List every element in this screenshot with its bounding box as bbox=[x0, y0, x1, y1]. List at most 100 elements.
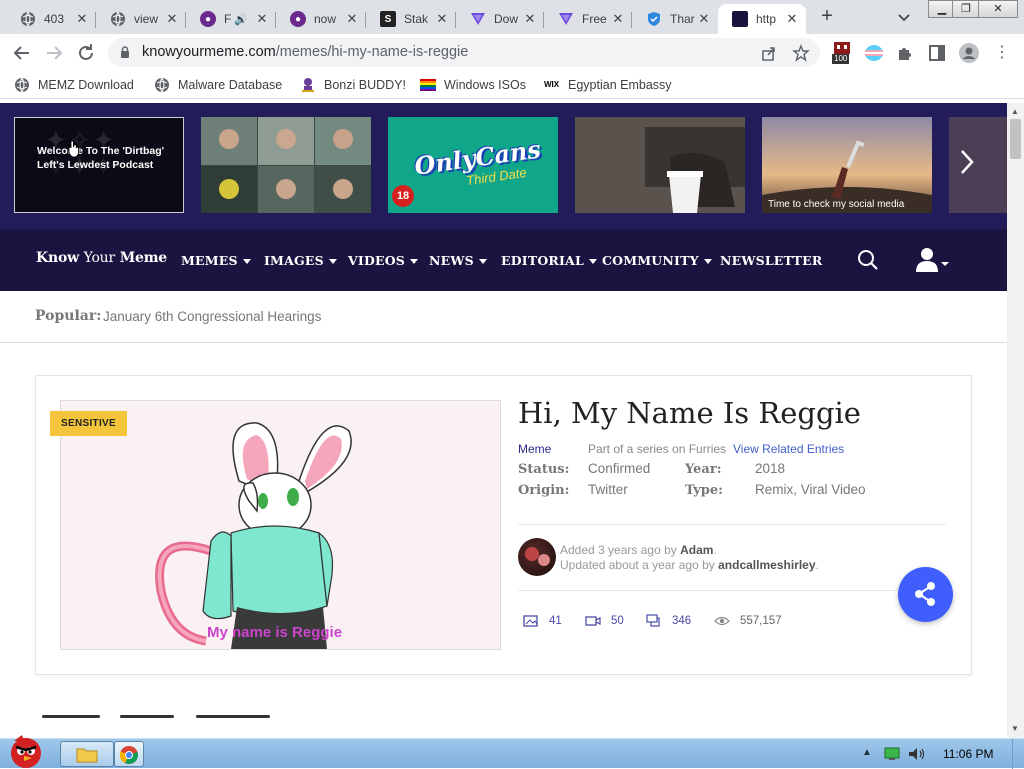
chevron-down-icon[interactable] bbox=[896, 9, 912, 25]
section-tab-indicator[interactable] bbox=[42, 715, 100, 718]
user-account-icon[interactable] bbox=[915, 247, 951, 273]
taskbar-clock[interactable]: 11:06 PM bbox=[943, 747, 993, 761]
share-page-icon[interactable] bbox=[760, 44, 778, 62]
close-icon[interactable]: ✕ bbox=[784, 11, 800, 27]
promo-card-collage[interactable] bbox=[201, 117, 371, 213]
bookmark-malware-database[interactable]: Malware Database bbox=[154, 76, 282, 94]
videos-count[interactable]: 50 bbox=[585, 614, 624, 628]
promo-card-podcast[interactable]: ✦✧✦ ✧✦✧ Welcome To The 'Dirtbag' Left's L… bbox=[14, 117, 184, 213]
scroll-down-arrow-icon[interactable]: ▼ bbox=[1011, 724, 1019, 733]
browser-tab[interactable]: Thar ✕ bbox=[632, 4, 718, 34]
close-icon[interactable]: ✕ bbox=[254, 11, 270, 27]
year-label: Year: bbox=[685, 462, 722, 477]
section-tab-indicator[interactable] bbox=[120, 715, 174, 718]
stat-value: 41 bbox=[549, 615, 562, 627]
close-icon[interactable]: ✕ bbox=[344, 11, 360, 27]
entry-card: My name is Reggie SENSITIVE Hi, My Name … bbox=[35, 375, 972, 675]
browser-tab-active[interactable]: http ✕ bbox=[718, 4, 806, 34]
folder-icon bbox=[76, 748, 98, 763]
year-value[interactable]: 2018 bbox=[755, 461, 785, 476]
promo-card-onlycans[interactable]: OnlyCans Third Date 18 bbox=[388, 117, 558, 213]
extension-100-button[interactable]: 100 bbox=[832, 40, 852, 66]
type-value[interactable]: Remix, Viral Video bbox=[755, 482, 866, 497]
back-button[interactable] bbox=[10, 41, 34, 65]
side-panel-icon[interactable] bbox=[928, 44, 946, 62]
promo-caption: Time to check my social media bbox=[768, 199, 905, 210]
page-scrollbar[interactable]: ▲ ▼ bbox=[1007, 103, 1024, 738]
image-caption: My name is Reggie bbox=[207, 624, 343, 641]
chevron-right-icon[interactable] bbox=[958, 147, 976, 185]
added-by-link[interactable]: Adam bbox=[680, 543, 713, 557]
added-text: Added 3 years ago by bbox=[560, 543, 677, 557]
tray-expand-icon[interactable]: ▲ bbox=[862, 747, 872, 758]
page-viewport: ✦✧✦ ✧✦✧ Welcome To The 'Dirtbag' Left's L… bbox=[0, 103, 1007, 738]
taskbar-chrome-button[interactable] bbox=[114, 741, 144, 767]
view-related-link[interactable]: View Related Entries bbox=[733, 442, 844, 456]
nav-images[interactable]: IMAGES bbox=[264, 253, 337, 268]
new-tab-button[interactable]: + bbox=[816, 6, 838, 28]
taskbar-explorer-button[interactable] bbox=[60, 741, 114, 767]
close-icon[interactable]: ✕ bbox=[164, 11, 180, 27]
nav-editorial[interactable]: EDITORIAL bbox=[501, 253, 597, 268]
bookmark-windows-isos[interactable]: Windows ISOs bbox=[420, 76, 526, 94]
comments-count[interactable]: 346 bbox=[646, 614, 691, 628]
browser-tab[interactable]: Dow ✕ bbox=[456, 4, 544, 34]
avatar[interactable] bbox=[518, 538, 556, 576]
entry-thumbnail[interactable]: My name is Reggie bbox=[60, 400, 501, 650]
nav-community[interactable]: COMMUNITY bbox=[602, 253, 712, 268]
address-bar[interactable]: knowyourmeme.com/memes/hi-my-name-is-reg… bbox=[108, 38, 820, 67]
updated-by-link[interactable]: andcallmeshirley bbox=[718, 558, 815, 572]
close-icon[interactable]: ✕ bbox=[434, 11, 450, 27]
volume-icon[interactable] bbox=[908, 747, 926, 761]
browser-tab[interactable]: ● F 🔊 ✕ bbox=[186, 4, 276, 34]
forward-button[interactable] bbox=[42, 41, 66, 65]
promo-card-social-media[interactable]: Time to check my social media bbox=[762, 117, 932, 213]
reload-button[interactable] bbox=[74, 41, 98, 65]
bookmark-memz-download[interactable]: MEMZ Download bbox=[14, 76, 134, 94]
close-icon[interactable]: ✕ bbox=[696, 11, 712, 27]
nav-videos[interactable]: VIDEOS bbox=[348, 253, 419, 268]
entry-category[interactable]: Meme bbox=[518, 442, 551, 456]
trans-flag-extension-icon[interactable] bbox=[864, 44, 884, 62]
show-desktop-button[interactable] bbox=[1012, 739, 1024, 769]
popular-link[interactable]: January 6th Congressional Hearings bbox=[103, 309, 321, 324]
network-icon[interactable] bbox=[884, 747, 900, 761]
speaker-icon[interactable]: 🔊 bbox=[234, 13, 248, 26]
reload-icon bbox=[79, 44, 93, 60]
close-icon[interactable]: ✕ bbox=[74, 11, 90, 27]
restore-button[interactable]: ❐ bbox=[952, 0, 980, 18]
profile-avatar-icon[interactable] bbox=[958, 42, 980, 64]
nav-memes[interactable]: MEMES bbox=[181, 253, 251, 268]
images-count[interactable]: 41 bbox=[523, 614, 562, 628]
browser-tab[interactable]: Free ✕ bbox=[544, 4, 632, 34]
close-window-button[interactable]: ✕ bbox=[978, 0, 1018, 18]
section-tab-indicator[interactable] bbox=[196, 715, 270, 718]
bookmark-egyptian-embassy[interactable]: WIX Egyptian Embassy bbox=[544, 76, 672, 94]
close-icon[interactable]: ✕ bbox=[522, 11, 538, 27]
angry-bird-start-icon[interactable] bbox=[2, 731, 50, 769]
kebab-menu-icon[interactable]: ⋮ bbox=[994, 42, 1010, 62]
globe-icon bbox=[155, 77, 169, 93]
share-button[interactable] bbox=[898, 567, 953, 622]
scroll-up-arrow-icon[interactable]: ▲ bbox=[1011, 107, 1019, 116]
s-icon: S bbox=[380, 11, 396, 27]
promo-card-coffee[interactable] bbox=[575, 117, 745, 213]
scrollbar-thumb[interactable] bbox=[1010, 119, 1021, 159]
nav-newsletter[interactable]: NEWSLETTER bbox=[720, 253, 822, 268]
close-icon[interactable]: ✕ bbox=[610, 11, 626, 27]
search-icon[interactable] bbox=[857, 249, 879, 271]
puzzle-icon[interactable] bbox=[896, 44, 914, 62]
browser-tab[interactable]: ● now ✕ bbox=[276, 4, 366, 34]
bookmark-star-icon[interactable] bbox=[792, 44, 810, 62]
caret-down-icon bbox=[588, 259, 597, 264]
lock-icon[interactable] bbox=[120, 46, 130, 58]
url-text[interactable]: knowyourmeme.com/memes/hi-my-name-is-reg… bbox=[142, 44, 468, 60]
caret-down-icon bbox=[703, 259, 712, 264]
browser-tab[interactable]: S Stak ✕ bbox=[366, 4, 456, 34]
nav-news[interactable]: NEWS bbox=[429, 253, 487, 268]
browser-tab[interactable]: 403 ✕ bbox=[6, 4, 96, 34]
browser-tab[interactable]: view ✕ bbox=[96, 4, 186, 34]
bookmark-bonzi-buddy[interactable]: Bonzi BUDDY! bbox=[300, 76, 406, 94]
browser-toolbar: knowyourmeme.com/memes/hi-my-name-is-reg… bbox=[0, 34, 1024, 71]
site-logo[interactable]: Know Your Meme bbox=[36, 250, 167, 266]
